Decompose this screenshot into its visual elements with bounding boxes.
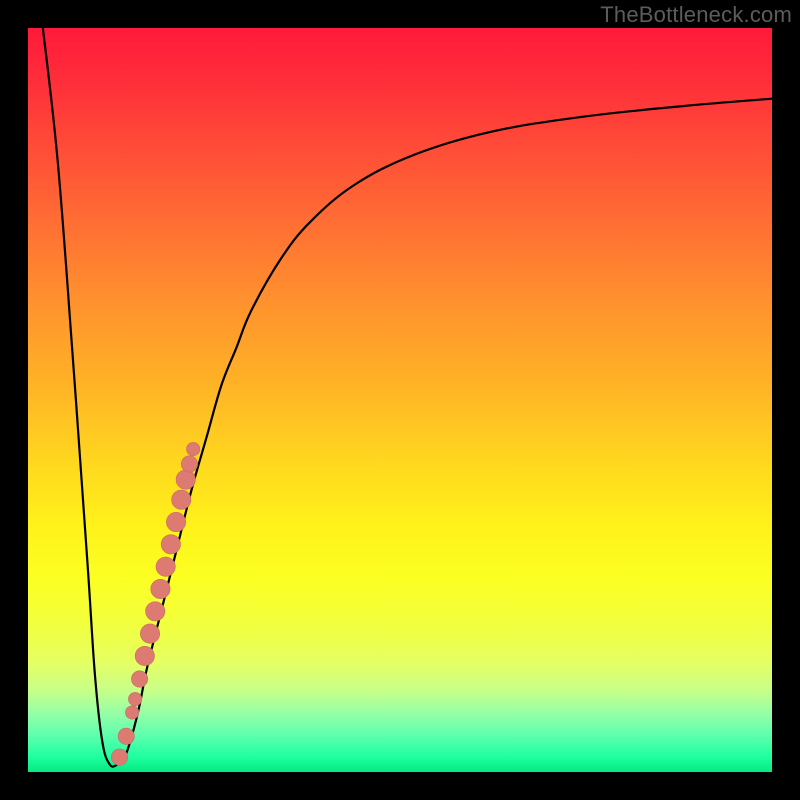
data-marker (161, 535, 180, 554)
data-marker (128, 692, 141, 705)
data-marker (186, 442, 199, 455)
data-marker (176, 470, 195, 489)
attribution-label: TheBottleneck.com (600, 2, 792, 28)
data-marker (181, 456, 197, 472)
data-marker (172, 490, 191, 509)
data-marker (118, 728, 134, 744)
data-marker (125, 706, 138, 719)
data-marker (131, 671, 147, 687)
chart-frame: TheBottleneck.com (0, 0, 800, 800)
data-marker (156, 557, 175, 576)
data-marker (151, 579, 170, 598)
data-marker (146, 602, 165, 621)
data-marker (140, 624, 159, 643)
plot-area (28, 28, 772, 772)
data-marker (166, 512, 185, 531)
data-marker (135, 646, 154, 665)
data-marker (111, 749, 127, 765)
chart-overlay (28, 28, 772, 772)
marker-group (111, 442, 200, 765)
